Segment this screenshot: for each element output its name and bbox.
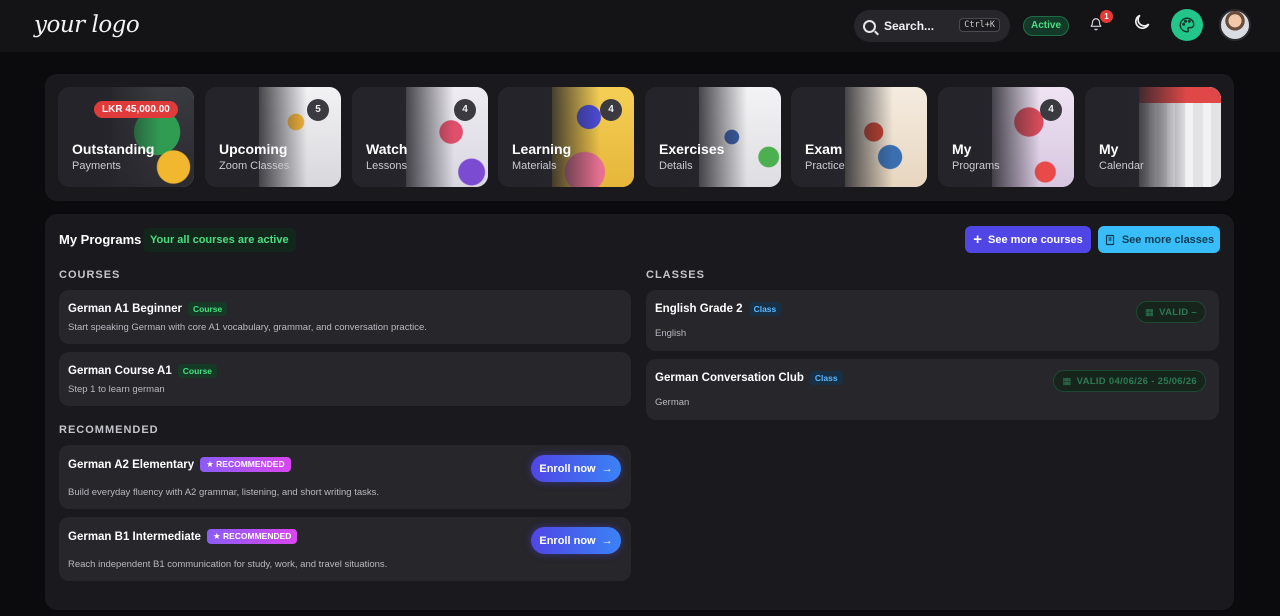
tile-title: Upcoming	[219, 141, 288, 157]
search-label: Search...	[884, 19, 935, 33]
top-bar: your logo Search... Ctrl+K Active 1	[0, 0, 1280, 52]
course-description: Step 1 to learn german	[68, 384, 165, 395]
recommended-card[interactable]: German A2 Elementary ★ RECOMMENDED Build…	[59, 445, 631, 509]
count-badge: 4	[600, 99, 622, 121]
tile-title: My	[1099, 141, 1119, 157]
tile-title: Learning	[512, 141, 572, 157]
tile-exam-practice[interactable]: Exam Practice	[791, 87, 927, 187]
course-card[interactable]: German Course A1 Course Step 1 to learn …	[59, 352, 631, 406]
recommended-heading: RECOMMENDED	[59, 424, 159, 436]
class-card[interactable]: German Conversation Club Class German ▦ …	[646, 359, 1219, 420]
price-badge: LKR 45,000.00	[94, 101, 178, 118]
search-button[interactable]: Search... Ctrl+K	[854, 10, 1010, 42]
avatar[interactable]	[1219, 9, 1251, 41]
tile-title: Exercises	[659, 141, 725, 157]
course-tag: Course	[177, 364, 218, 378]
palette-icon	[1179, 17, 1195, 33]
class-subject: English	[655, 328, 687, 339]
validity-badge: ▦ VALID –	[1135, 301, 1206, 323]
count-badge: 5	[307, 99, 329, 121]
tile-my-programs[interactable]: 4 My Programs	[938, 87, 1074, 187]
arrow-right-icon: →	[601, 462, 613, 475]
logo[interactable]: your logo	[34, 12, 140, 38]
course-description: Start speaking German with core A1 vocab…	[68, 322, 427, 333]
tile-title: Watch	[366, 141, 408, 157]
tile-my-calendar[interactable]: My Calendar	[1085, 87, 1221, 187]
star-icon: ★	[206, 459, 214, 469]
class-tag: Class	[809, 371, 843, 385]
notification-count: 1	[1100, 10, 1113, 23]
count-badge: 4	[454, 99, 476, 121]
class-tag: Class	[748, 302, 782, 316]
status-badge: Active	[1023, 16, 1070, 36]
count-badge: 4	[1040, 99, 1062, 121]
tile-exercises-details[interactable]: Exercises Details	[645, 87, 781, 187]
course-name: German A2 Elementary	[68, 458, 195, 471]
courses-status-badge: Your all courses are active	[143, 228, 296, 252]
tile-upcoming-zoom-classes[interactable]: 5 Upcoming Zoom Classes	[205, 87, 341, 187]
see-more-courses-button[interactable]: + See more courses	[965, 226, 1091, 253]
book-icon	[1105, 234, 1114, 245]
course-name: German Course A1	[68, 365, 172, 377]
course-description: Build everyday fluency with A2 grammar, …	[68, 487, 380, 498]
courses-heading: COURSES	[59, 269, 121, 281]
calendar-icon: ▦	[1144, 306, 1155, 318]
tile-subtitle: Materials	[512, 160, 557, 172]
plus-icon: +	[973, 231, 982, 248]
class-card[interactable]: English Grade 2 Class English ▦ VALID –	[646, 290, 1219, 351]
my-programs-panel: My Programs Your all courses are active …	[45, 214, 1234, 610]
class-name: English Grade 2	[655, 303, 743, 315]
recommended-tag: RECOMMENDED	[222, 531, 292, 541]
arrow-right-icon: →	[601, 534, 613, 547]
tile-subtitle: Programs	[952, 160, 1000, 172]
course-name: German B1 Intermediate	[68, 530, 201, 543]
class-name: German Conversation Club	[655, 372, 804, 384]
course-tag: Course	[187, 302, 228, 316]
tile-subtitle: Calendar	[1099, 160, 1144, 172]
tile-watch-lessons[interactable]: 4 Watch Lessons	[352, 87, 488, 187]
theme-palette-button[interactable]	[1171, 9, 1203, 41]
tile-title: My	[952, 141, 972, 157]
see-more-classes-button[interactable]: See more classes	[1098, 226, 1220, 253]
search-icon	[863, 19, 876, 33]
classes-heading: CLASSES	[646, 269, 705, 281]
star-icon: ★	[212, 531, 221, 541]
moon-icon[interactable]	[1132, 12, 1152, 32]
course-card[interactable]: German A1 Beginner Course Start speaking…	[59, 290, 631, 344]
tile-subtitle: Zoom Classes	[219, 160, 290, 172]
course-name: German A1 Beginner	[68, 303, 182, 315]
shortcut-strip: LKR 45,000.00 Outstanding Payments 5 Upc…	[45, 74, 1234, 201]
recommended-card[interactable]: German B1 Intermediate ★ RECOMMENDED Rea…	[59, 517, 631, 581]
validity-badge: ▦ VALID 04/06/26 - 25/06/26	[1053, 370, 1206, 392]
tile-subtitle: Details	[659, 160, 693, 172]
search-shortcut: Ctrl+K	[959, 18, 1000, 32]
tile-subtitle: Lessons	[366, 160, 407, 172]
enroll-now-button[interactable]: Enroll now →	[531, 455, 621, 482]
class-subject: German	[655, 397, 690, 408]
tile-subtitle: Payments	[72, 160, 121, 172]
tile-outstanding-payments[interactable]: LKR 45,000.00 Outstanding Payments	[58, 87, 194, 187]
tile-subtitle: Practice	[805, 160, 845, 172]
tile-title: Exam	[805, 141, 843, 157]
panel-title: My Programs	[59, 232, 142, 247]
calendar-icon: ▦	[1062, 375, 1072, 387]
tile-learning-materials[interactable]: 4 Learning Materials	[498, 87, 634, 187]
tile-title: Outstanding	[72, 141, 155, 157]
recommended-tag: RECOMMENDED	[216, 459, 285, 469]
enroll-now-button[interactable]: Enroll now →	[531, 527, 621, 554]
course-description: Reach independent B1 communication for s…	[68, 559, 388, 570]
